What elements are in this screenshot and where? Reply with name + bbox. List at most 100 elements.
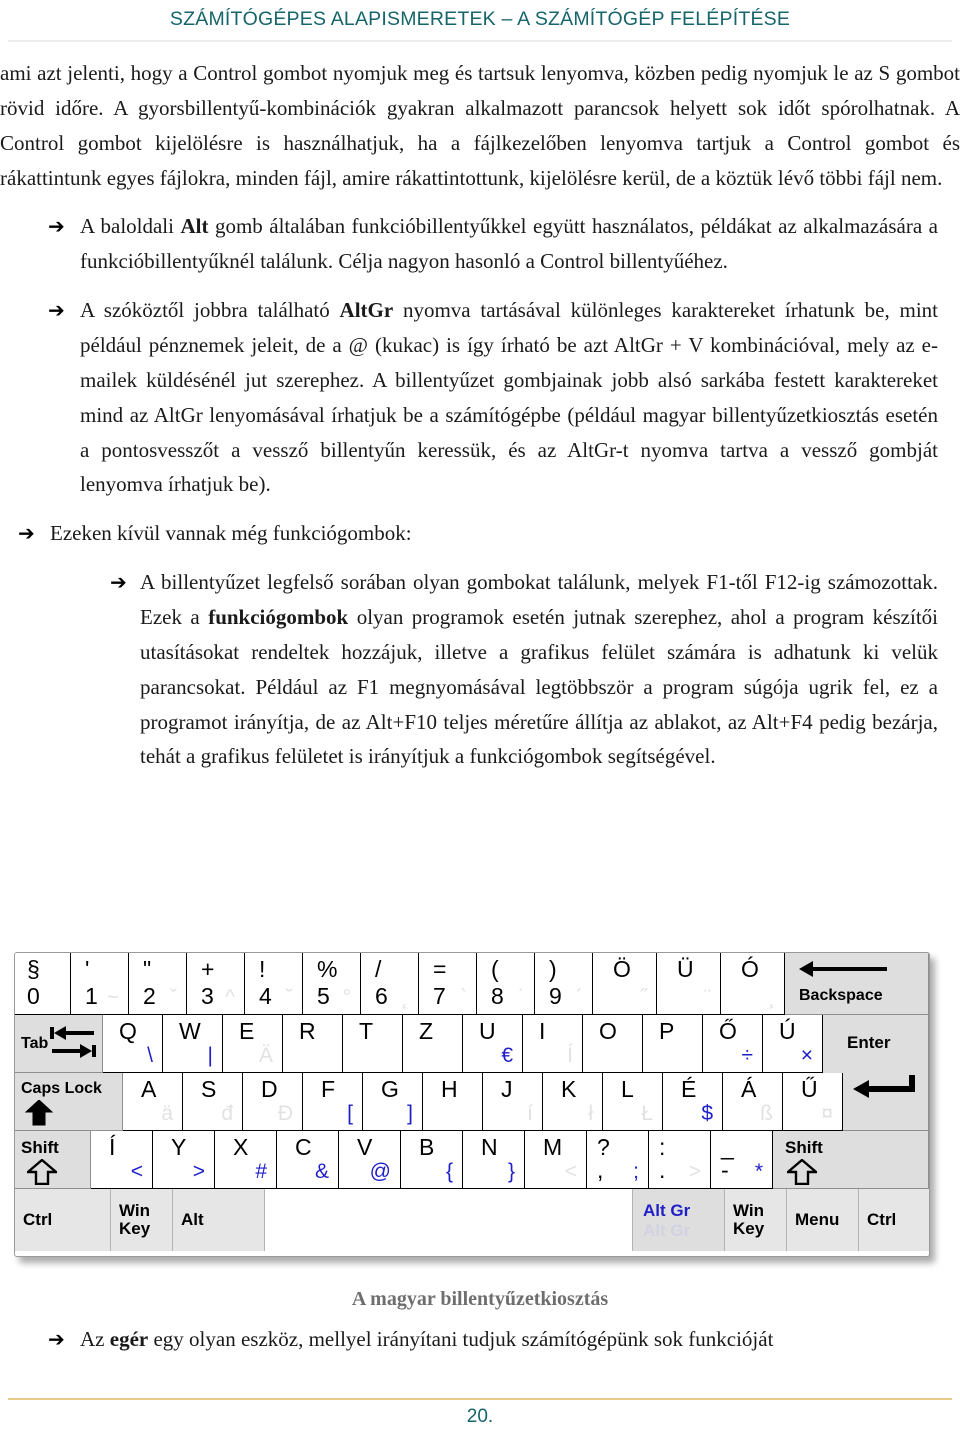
key-z[interactable]: Z (403, 1015, 463, 1073)
key-label-deadkey: ° (342, 986, 351, 1009)
key-w[interactable]: W | (163, 1015, 223, 1073)
key-eacute[interactable]: É $ (663, 1073, 723, 1131)
key-win-left[interactable]: Win Key (111, 1189, 173, 1251)
key-enter[interactable]: Enter (823, 1015, 929, 1073)
key-f[interactable]: F [ (303, 1073, 363, 1131)
header-divider (8, 40, 952, 42)
page-header: SZÁMÍTÓGÉPES ALAPISMERETEK – A SZÁMÍTÓGÉ… (0, 0, 960, 40)
key-menu[interactable]: Menu (787, 1189, 859, 1251)
key-tab[interactable]: Tab (15, 1015, 103, 1073)
key-label-upper: O (599, 1018, 617, 1044)
key-win-right[interactable]: Win Key (725, 1189, 787, 1251)
key-label-ctrl: Ctrl (867, 1210, 897, 1229)
key-period[interactable]: : . > (649, 1131, 711, 1189)
key-label-upper: E (239, 1018, 255, 1044)
key-capslock[interactable]: Caps Lock (15, 1073, 123, 1131)
key-0-paragraph[interactable]: § 0 (15, 953, 71, 1015)
key-2[interactable]: " 2 ˇ (129, 953, 187, 1015)
key-label-upper: J (501, 1076, 513, 1102)
key-label-upper: X (233, 1134, 249, 1160)
key-odoubleacute[interactable]: Ő ÷ (703, 1015, 763, 1073)
key-5[interactable]: % 5 ° (303, 953, 361, 1015)
bullet-item-funkciogombok-intro: ➔ Ezeken kívül vannak még funkciógombok: (18, 516, 938, 551)
key-label-upper: S (201, 1076, 217, 1102)
key-label-deadkey: ~ (106, 986, 119, 1009)
key-label-upper: K (561, 1076, 577, 1102)
key-x[interactable]: X # (215, 1131, 277, 1189)
key-6[interactable]: / 6 ˛ (361, 953, 419, 1015)
key-label-upper: = (433, 956, 447, 982)
key-g[interactable]: G ] (363, 1073, 423, 1131)
key-altgr[interactable]: Alt Gr Alt Gr (633, 1189, 725, 1251)
tab-arrows-icon (50, 1026, 96, 1058)
key-s[interactable]: S đ (183, 1073, 243, 1131)
key-ctrl-left[interactable]: Ctrl (15, 1189, 111, 1251)
key-9[interactable]: ) 9 ´ (535, 953, 593, 1015)
key-iacute[interactable]: Í < (91, 1131, 153, 1189)
key-shift-left[interactable]: Shift (15, 1131, 91, 1189)
mouse-bold: egér (109, 1327, 149, 1351)
key-label-shift: Shift (785, 1138, 823, 1157)
key-t[interactable]: T (343, 1015, 403, 1073)
key-label-upper: % (317, 956, 338, 982)
key-dash[interactable]: _ - * (711, 1131, 773, 1189)
key-label-altgr: € (501, 1044, 513, 1067)
key-comma[interactable]: ? , ; (587, 1131, 649, 1189)
key-oumlaut[interactable]: Ö ˝ (593, 953, 657, 1015)
key-d[interactable]: D Đ (243, 1073, 303, 1131)
key-label-win: Win Key (119, 1201, 151, 1238)
key-label-altgr: \ (147, 1044, 153, 1067)
key-label-upper: C (295, 1134, 312, 1160)
key-shift-right[interactable]: Shift (773, 1131, 929, 1189)
key-i[interactable]: I Í (523, 1015, 583, 1073)
key-1[interactable]: ' 1 ~ (71, 953, 129, 1015)
key-label-lower: 7 (433, 983, 446, 1009)
key-u[interactable]: U € (463, 1015, 523, 1073)
arrow-left-icon (799, 961, 887, 977)
funkciogombok-detail-post: olyan programok esetén jutnak szerephez,… (140, 605, 939, 769)
key-label-upper: ! (259, 956, 266, 982)
key-label-deadkey: < (564, 1160, 577, 1183)
bullet-item-alt: ➔ A baloldali Alt gomb általában funkció… (48, 209, 938, 279)
key-j[interactable]: J í (483, 1073, 543, 1131)
key-alt-left[interactable]: Alt (173, 1189, 265, 1251)
key-h[interactable]: H (423, 1073, 483, 1131)
key-uacute[interactable]: Ú × (763, 1015, 823, 1073)
key-m[interactable]: M < (525, 1131, 587, 1189)
key-v[interactable]: V @ (339, 1131, 401, 1189)
key-q[interactable]: Q \ (103, 1015, 163, 1073)
key-l[interactable]: L Ł (603, 1073, 663, 1131)
key-k[interactable]: K ł (543, 1073, 603, 1131)
key-7[interactable]: = 7 ` (419, 953, 477, 1015)
key-ctrl-right[interactable]: Ctrl (859, 1189, 929, 1251)
key-e[interactable]: E Ä (223, 1015, 283, 1073)
key-a[interactable]: A ä (123, 1073, 183, 1131)
key-r[interactable]: R (283, 1015, 343, 1073)
key-n[interactable]: N } (463, 1131, 525, 1189)
key-y[interactable]: Y > (153, 1131, 215, 1189)
key-uumlaut[interactable]: Ü ¨ (657, 953, 721, 1015)
keyboard-row-numbers: § 0 ' 1 ~ " 2 ˇ + 3 ^ ! 4 ˘ % 5 ° / 6 ˛ … (15, 953, 929, 1015)
key-label-deadkey: Đ (277, 1102, 293, 1125)
key-aacute[interactable]: Á ß (723, 1073, 783, 1131)
key-p[interactable]: P (643, 1015, 703, 1073)
key-4[interactable]: ! 4 ˘ (245, 953, 303, 1015)
key-o[interactable]: O (583, 1015, 643, 1073)
key-8[interactable]: ( 8 ˙ (477, 953, 535, 1015)
key-label-deadkey: > (688, 1160, 701, 1183)
key-label-alt: Alt (181, 1210, 204, 1229)
key-backspace[interactable]: Backspace (785, 953, 929, 1015)
key-label-altgr: [ (347, 1102, 353, 1125)
key-3[interactable]: + 3 ^ (187, 953, 245, 1015)
key-oacute[interactable]: Ó ¸ (721, 953, 785, 1015)
key-c[interactable]: C & (277, 1131, 339, 1189)
arrow-bullet-icon: ➔ (110, 570, 127, 595)
key-label-upper: Ű (801, 1076, 818, 1102)
figure-caption: A magyar billentyűzetkiosztás (351, 1288, 609, 1310)
key-label-tab: Tab (21, 1034, 49, 1052)
key-space[interactable] (265, 1189, 633, 1251)
key-b[interactable]: B { (401, 1131, 463, 1189)
key-enter-lower[interactable] (843, 1073, 929, 1131)
key-udoubleacute[interactable]: Ű ¤ (783, 1073, 843, 1131)
mouse-pre: Az (80, 1327, 110, 1351)
